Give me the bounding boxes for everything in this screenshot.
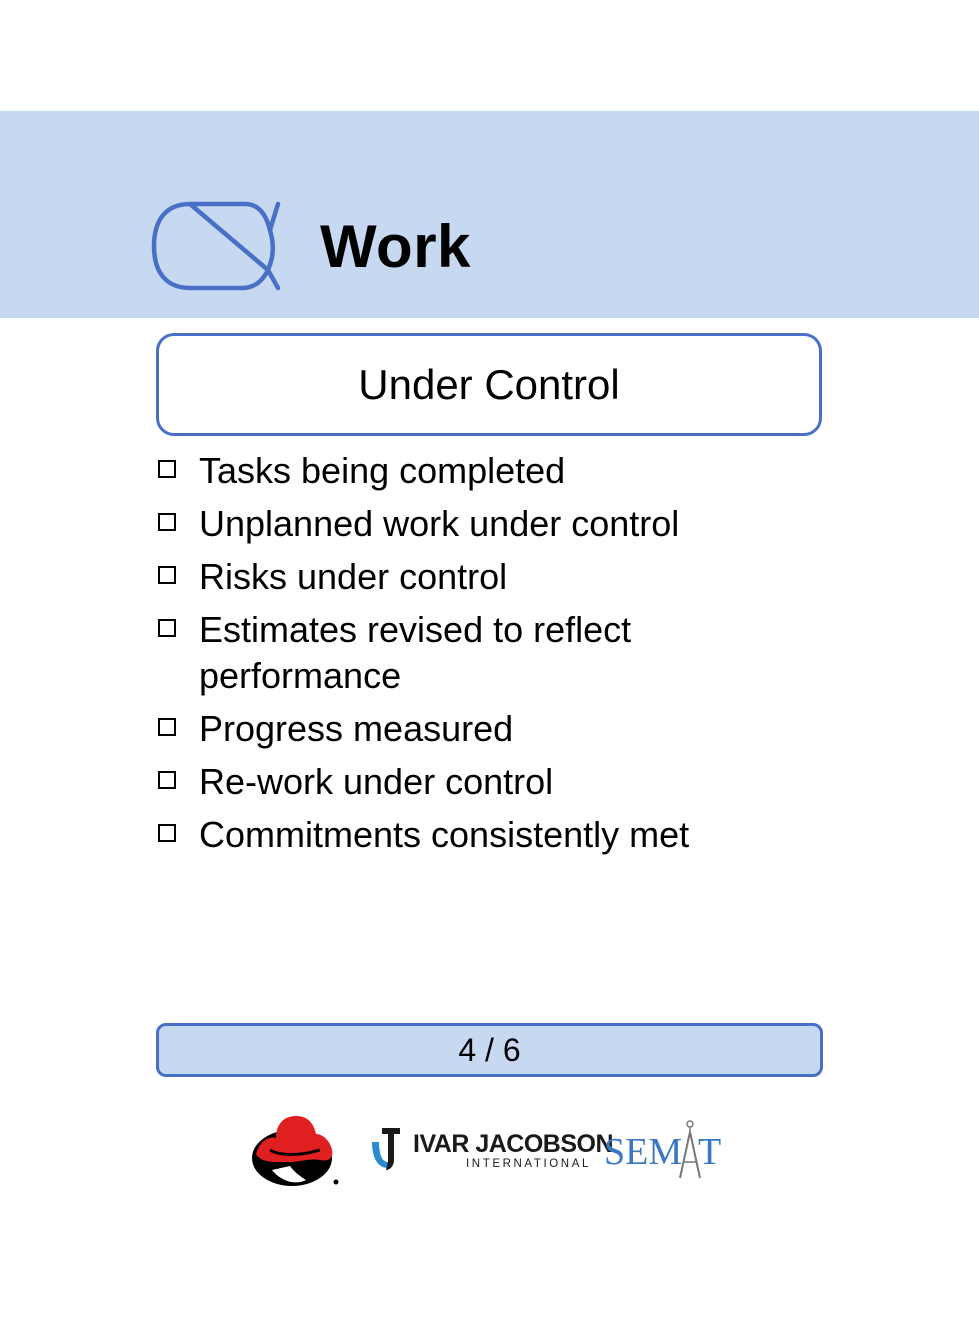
page-indicator: 4 / 6: [156, 1023, 823, 1077]
header-band: [0, 111, 979, 318]
state-name: Under Control: [358, 360, 620, 408]
checkbox[interactable]: [158, 718, 176, 736]
checklist-item: Tasks being completed: [156, 448, 836, 494]
checklist-item-label: Estimates revised to reflect performance: [199, 609, 632, 696]
checklist-item-label: Progress measured: [199, 708, 514, 749]
checklist-item-label: Unplanned work under control: [199, 503, 680, 544]
checklist-item: Estimates revised to reflect performance: [156, 607, 836, 699]
checklist-item-label: Commitments consistently met: [199, 814, 690, 855]
ivar-jacobson-logo: IVAR JACOBSON INTERNATIONAL: [368, 1124, 614, 1174]
checklist-item: Commitments consistently met: [156, 812, 836, 858]
svg-text:T: T: [698, 1131, 721, 1173]
alpha-title: Work: [320, 213, 471, 280]
checkbox[interactable]: [158, 824, 176, 842]
checklist-item: Progress measured: [156, 706, 836, 752]
work-alpha-icon: [151, 201, 281, 291]
checklist-item-label: Re-work under control: [199, 761, 554, 802]
semat-logo: SEM T: [604, 1118, 726, 1182]
state-box: Under Control: [156, 333, 822, 436]
page-counter: 4 / 6: [458, 1032, 521, 1068]
svg-text:SEM: SEM: [604, 1131, 682, 1173]
checklist-item-label: Tasks being completed: [199, 450, 566, 491]
checkbox[interactable]: [158, 513, 176, 531]
ivar-jacobson-name: IVAR JACOBSON: [413, 1130, 614, 1158]
checklist-item: Risks under control: [156, 554, 836, 600]
ivar-jacobson-sub: INTERNATIONAL: [466, 1158, 591, 1170]
ivar-jacobson-mark-icon: [372, 1128, 400, 1170]
checkbox[interactable]: [158, 566, 176, 584]
checklist-item: Re-work under control: [156, 759, 836, 805]
compass-icon: SEM T: [604, 1120, 721, 1179]
checkbox[interactable]: [158, 619, 176, 637]
checklist: Tasks being completed Unplanned work und…: [156, 448, 836, 865]
checklist-item-label: Risks under control: [199, 556, 508, 597]
checklist-item: Unplanned work under control: [156, 501, 836, 547]
checkbox[interactable]: [158, 771, 176, 789]
checkbox[interactable]: [158, 460, 176, 478]
red-hat-logo: [252, 1116, 339, 1186]
